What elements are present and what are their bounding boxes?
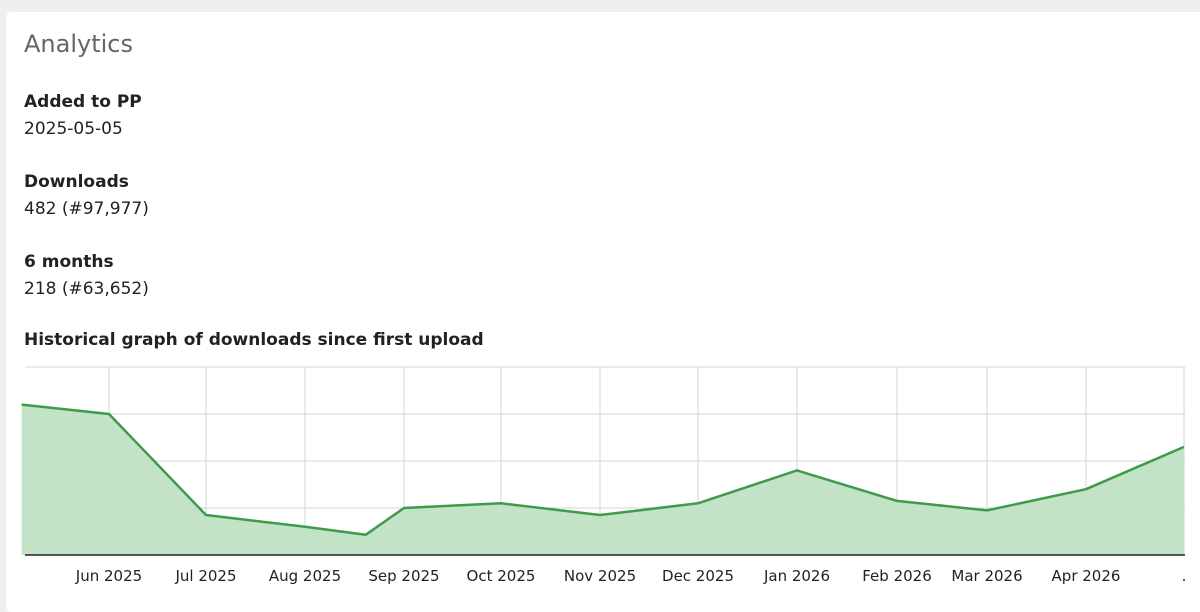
x-tick-label: Apr 2026 bbox=[1052, 567, 1121, 585]
x-tick-label: Oct 2025 bbox=[467, 567, 536, 585]
x-tick-label: Dec 2025 bbox=[662, 567, 734, 585]
x-tick-label: Jul 2025 bbox=[174, 567, 236, 585]
x-tick-label: Feb 2026 bbox=[862, 567, 932, 585]
x-tick-label: Aug 2025 bbox=[269, 567, 341, 585]
x-tick-label: . bbox=[1182, 567, 1187, 585]
x-tick-label: Mar 2026 bbox=[951, 567, 1022, 585]
x-tick-label: Nov 2025 bbox=[564, 567, 636, 585]
x-tick-label: Jan 2026 bbox=[763, 567, 830, 585]
downloads-area bbox=[21, 404, 1185, 555]
x-tick-label: Jun 2025 bbox=[75, 567, 142, 585]
x-tick-label: Sep 2025 bbox=[368, 567, 439, 585]
downloads-chart: Jun 2025 Jul 2025 Aug 2025 Sep 2025 Oct 2025… bbox=[21, 366, 1187, 585]
